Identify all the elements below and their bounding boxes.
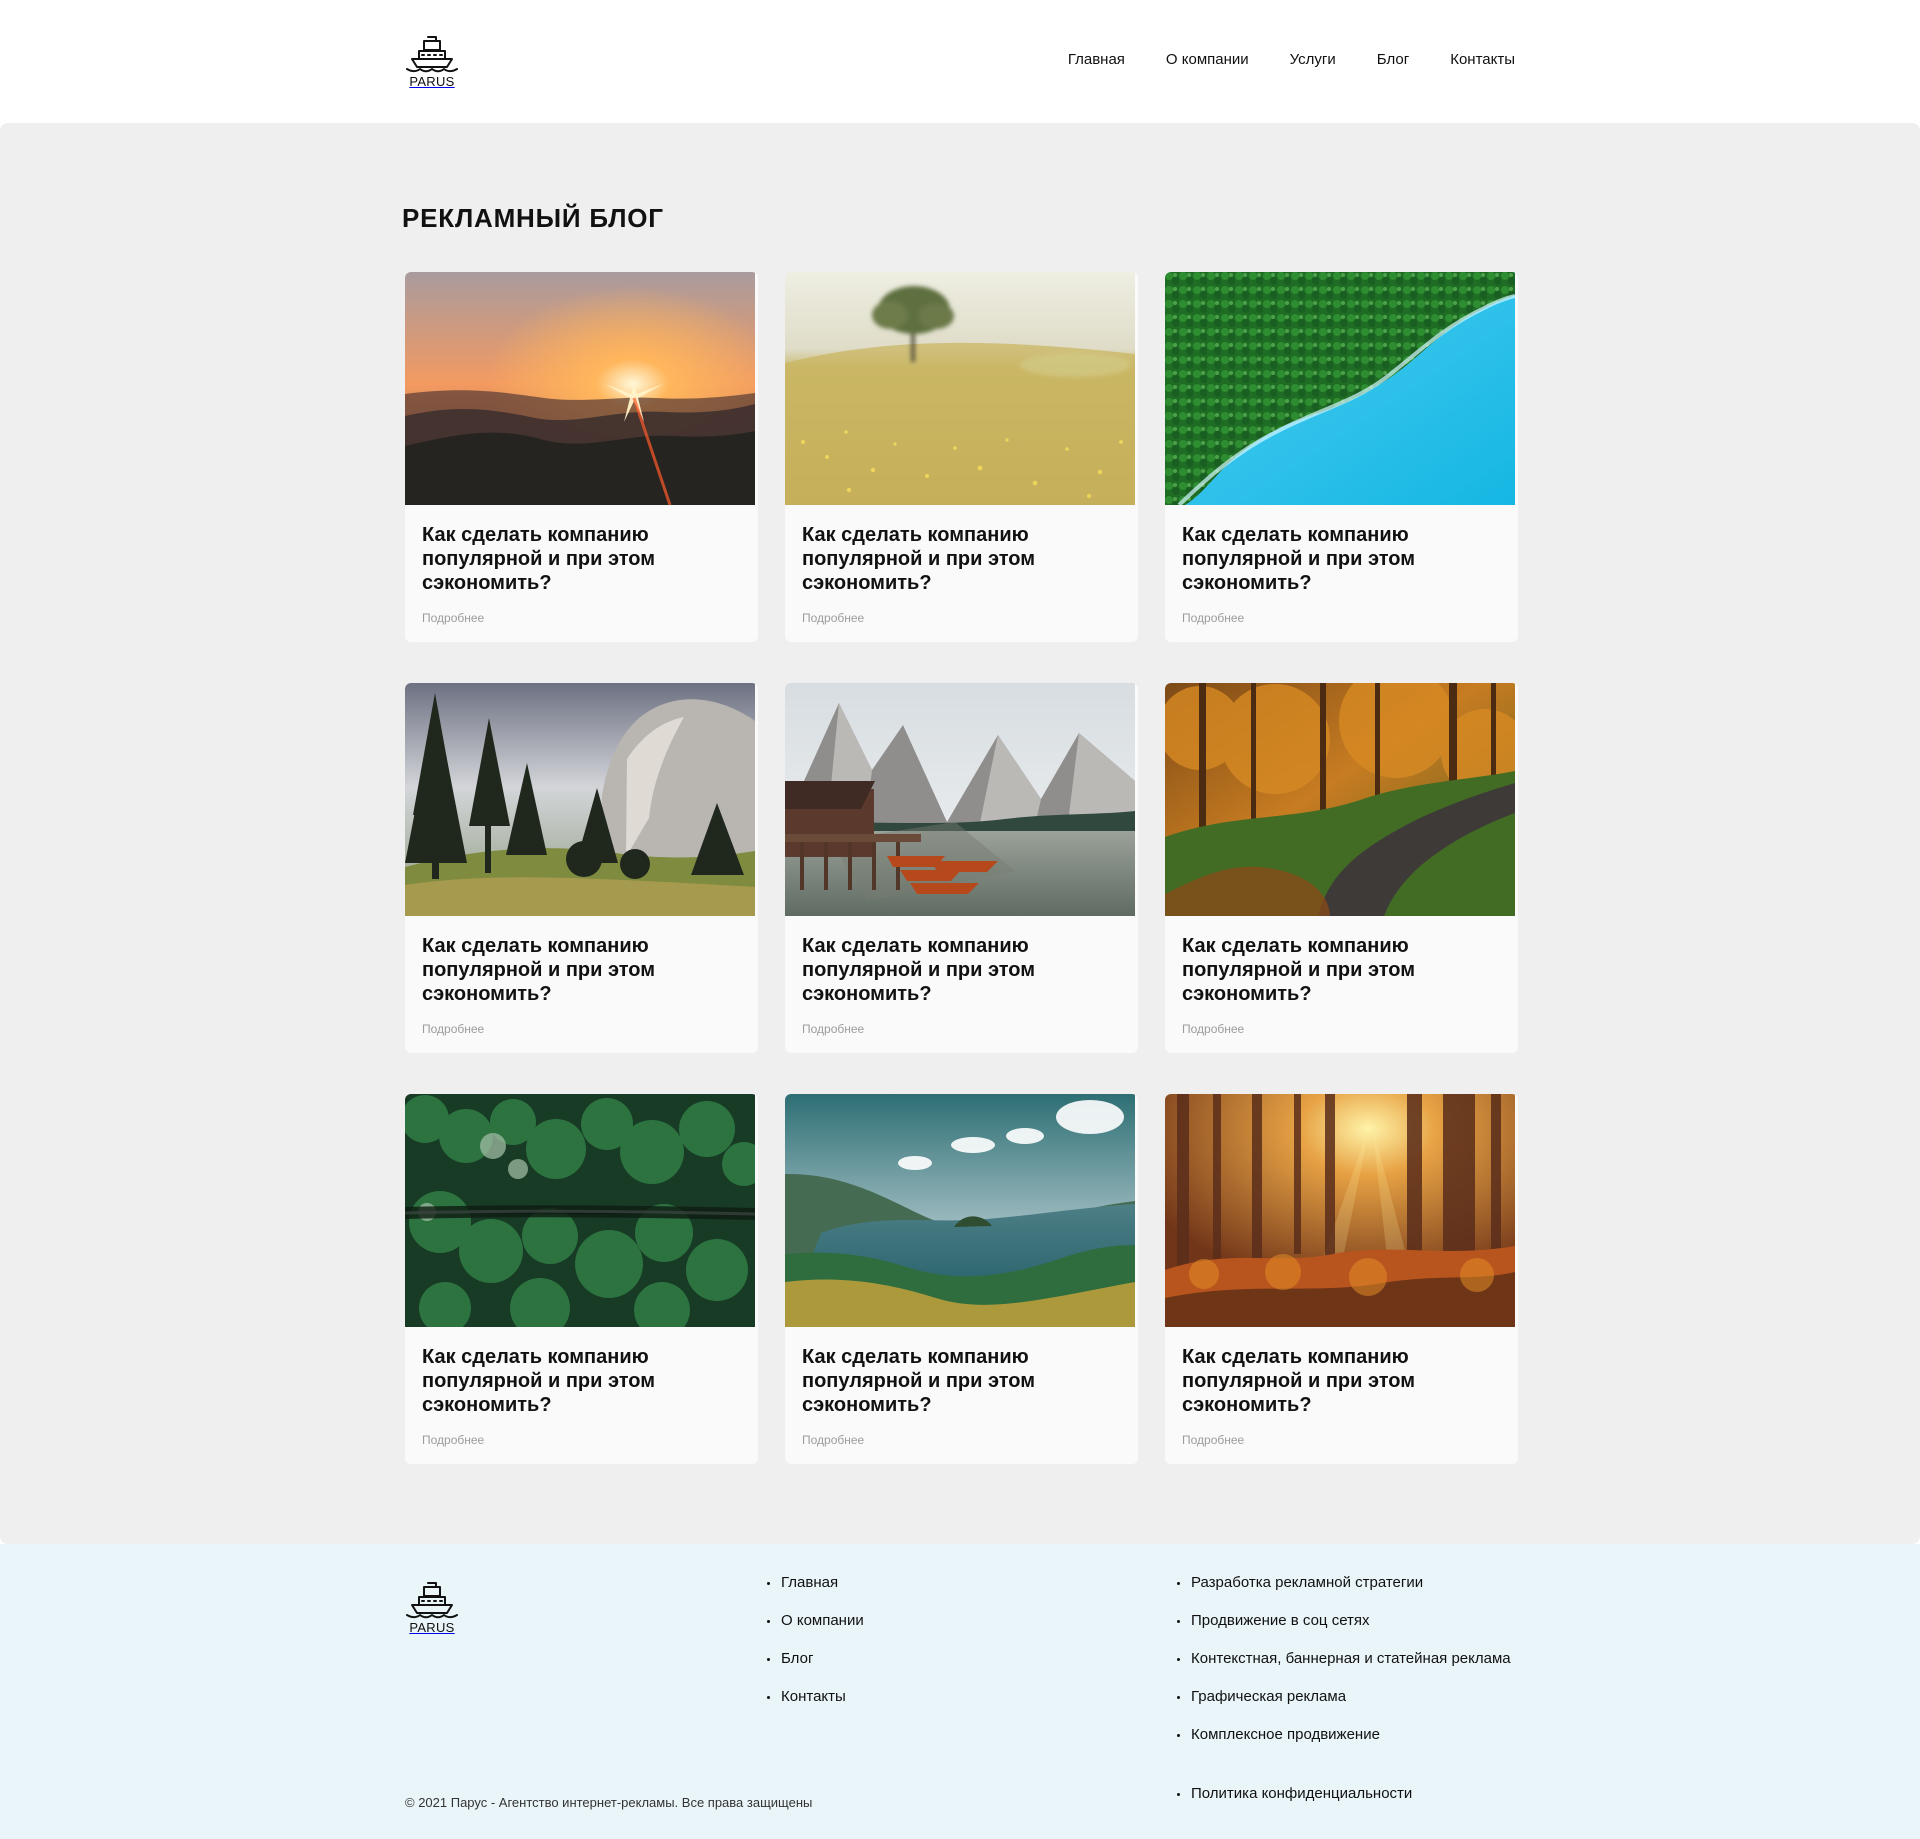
page: PARUS Главная О компании Услуги Блог Кон…	[0, 0, 1920, 1839]
footer-background	[0, 1544, 1920, 1839]
read-more-link[interactable]: Подробнее	[1182, 1021, 1244, 1037]
service-item: Контекстная, баннерная и статейная рекла…	[1177, 1649, 1511, 1687]
pine-cliff-image[interactable]	[405, 683, 755, 916]
service-link-graphic[interactable]: Графическая реклама	[1191, 1688, 1346, 1705]
ship-logo-icon	[406, 1582, 458, 1619]
blog-card[interactable]: Как сделать компанию популярной и при эт…	[1165, 683, 1518, 1053]
blog-card[interactable]: Как сделать компанию популярной и при эт…	[405, 272, 758, 642]
mountain-sunset-image[interactable]	[405, 272, 755, 505]
footer-menu-item: Блог	[767, 1649, 864, 1687]
card-title[interactable]: Как сделать компанию популярной и при эт…	[802, 934, 1122, 1006]
service-item: Разработка рекламной стратегии	[1177, 1573, 1511, 1611]
card-title[interactable]: Как сделать компанию популярной и при эт…	[422, 934, 742, 1006]
footer-link-about[interactable]: О компании	[781, 1612, 864, 1629]
blog-card[interactable]: Как сделать компанию популярной и при эт…	[1165, 272, 1518, 642]
nav-services[interactable]: Услуги	[1290, 50, 1336, 70]
blog-card[interactable]: Как сделать компанию популярной и при эт…	[785, 272, 1138, 642]
footer-link-blog[interactable]: Блог	[781, 1650, 813, 1667]
footer-link-contacts[interactable]: Контакты	[781, 1688, 846, 1705]
blog-card[interactable]: Как сделать компанию популярной и при эт…	[785, 1094, 1138, 1464]
site-header: PARUS Главная О компании Услуги Блог Кон…	[0, 0, 1920, 123]
nav-about[interactable]: О компании	[1166, 50, 1249, 70]
main-navigation: Главная О компании Услуги Блог Контакты	[1068, 50, 1515, 70]
read-more-link[interactable]: Подробнее	[802, 610, 864, 626]
footer-link-home[interactable]: Главная	[781, 1574, 838, 1591]
service-link-social[interactable]: Продвижение в соц сетях	[1191, 1612, 1370, 1629]
read-more-link[interactable]: Подробнее	[422, 1021, 484, 1037]
read-more-link[interactable]: Подробнее	[802, 1432, 864, 1448]
read-more-link[interactable]: Подробнее	[1182, 1432, 1244, 1448]
read-more-link[interactable]: Подробнее	[1182, 610, 1244, 626]
footer-menu: Главная О компании Блог Контакты	[767, 1573, 864, 1725]
blog-card-grid: Как сделать компанию популярной и при эт…	[405, 272, 1520, 1464]
card-title[interactable]: Как сделать компанию популярной и при эт…	[1182, 523, 1502, 595]
autumn-forest-road-image[interactable]	[1165, 683, 1515, 916]
nav-blog[interactable]: Блог	[1377, 50, 1409, 70]
service-link-contextual[interactable]: Контекстная, баннерная и статейная рекла…	[1191, 1650, 1511, 1667]
nav-contacts[interactable]: Контакты	[1450, 50, 1515, 70]
nav-home[interactable]: Главная	[1068, 50, 1125, 70]
header-logo[interactable]: PARUS	[404, 34, 460, 89]
card-title[interactable]: Как сделать компанию популярной и при эт…	[422, 1345, 742, 1417]
card-title[interactable]: Как сделать компанию популярной и при эт…	[1182, 934, 1502, 1006]
footer-menu-item: О компании	[767, 1611, 864, 1649]
copyright-text: © 2021 Парус - Агентство интернет-реклам…	[405, 1795, 813, 1810]
blog-card[interactable]: Как сделать компанию популярной и при эт…	[405, 683, 758, 1053]
blog-card[interactable]: Как сделать компанию популярной и при эт…	[785, 683, 1138, 1053]
card-title[interactable]: Как сделать компанию популярной и при эт…	[1182, 1345, 1502, 1417]
privacy-policy-link[interactable]: Политика конфиденциальности	[1191, 1785, 1412, 1802]
lake-island-image[interactable]	[785, 1094, 1135, 1327]
logo-text: PARUS	[409, 74, 455, 89]
blog-card[interactable]: Как сделать компанию популярной и при эт…	[405, 1094, 758, 1464]
ship-logo-icon	[406, 36, 458, 73]
read-more-link[interactable]: Подробнее	[802, 1021, 864, 1037]
footer-services-list: Разработка рекламной стратегии Продвижен…	[1177, 1573, 1511, 1763]
logo-text: PARUS	[409, 1620, 455, 1635]
blog-card[interactable]: Как сделать компанию популярной и при эт…	[1165, 1094, 1518, 1464]
footer-logo[interactable]: PARUS	[404, 1580, 460, 1635]
card-title[interactable]: Как сделать компанию популярной и при эт…	[802, 523, 1122, 595]
service-link-complex[interactable]: Комплексное продвижение	[1191, 1726, 1380, 1743]
blog-section: РЕКЛАМНЫЙ БЛОГ Как сделать компанию попу…	[0, 123, 1920, 1544]
footer-menu-item: Главная	[767, 1573, 864, 1611]
card-title[interactable]: Как сделать компанию популярной и при эт…	[422, 523, 742, 595]
sunlit-forest-image[interactable]	[1165, 1094, 1515, 1327]
service-item: Продвижение в соц сетях	[1177, 1611, 1511, 1649]
card-title[interactable]: Как сделать компанию популярной и при эт…	[802, 1345, 1122, 1417]
privacy-policy-item: Политика конфиденциальности	[1177, 1784, 1412, 1804]
service-item: Графическая реклама	[1177, 1687, 1511, 1725]
page-title: РЕКЛАМНЫЙ БЛОГ	[402, 203, 664, 233]
tree-field-image[interactable]	[785, 272, 1135, 505]
forest-lake-aerial-image[interactable]	[1165, 272, 1515, 505]
read-more-link[interactable]: Подробнее	[422, 610, 484, 626]
read-more-link[interactable]: Подробнее	[422, 1432, 484, 1448]
pine-forest-aerial-image[interactable]	[405, 1094, 755, 1327]
alpine-lake-boats-image[interactable]	[785, 683, 1135, 916]
footer-menu-item: Контакты	[767, 1687, 864, 1725]
service-item: Комплексное продвижение	[1177, 1725, 1511, 1763]
service-link-strategy[interactable]: Разработка рекламной стратегии	[1191, 1574, 1423, 1591]
